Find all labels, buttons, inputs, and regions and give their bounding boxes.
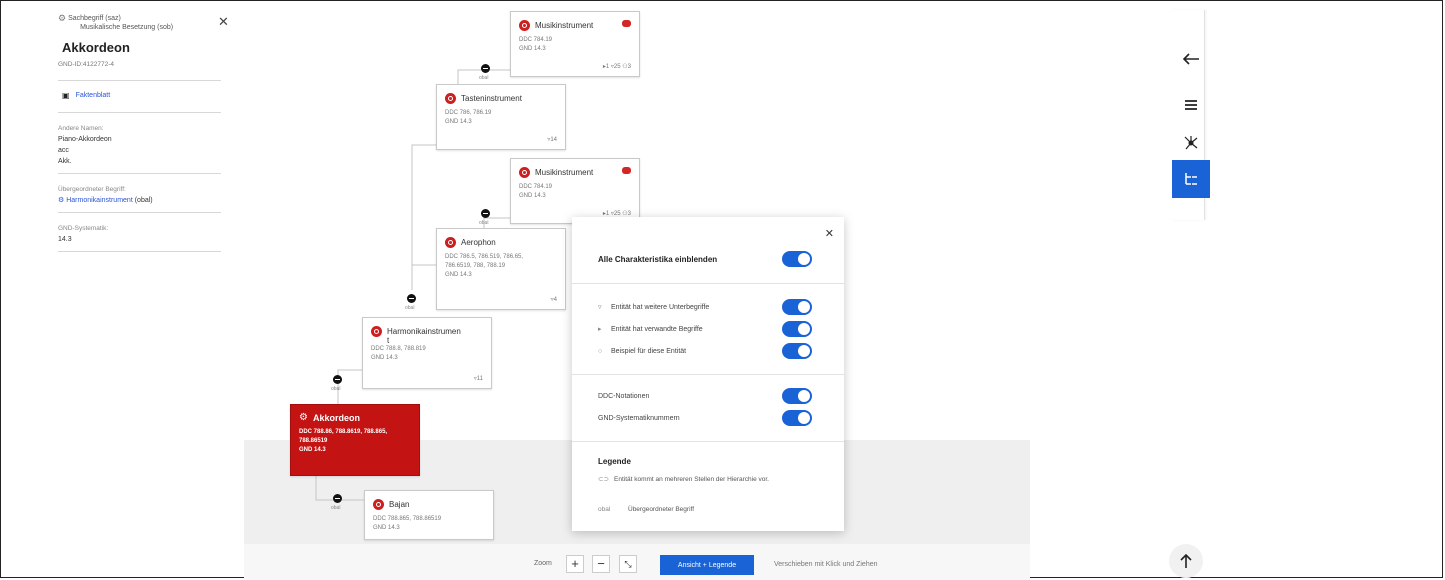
fit-view-button[interactable]: ⤡ — [619, 555, 637, 573]
toggle-show-all[interactable] — [782, 251, 812, 267]
toggle-gnd[interactable] — [782, 410, 812, 426]
junction-label: obal — [331, 386, 341, 392]
junction-dot[interactable] — [407, 294, 416, 303]
toggle-subterms[interactable] — [782, 299, 812, 315]
option-ddc: DDC-Notationen — [598, 388, 812, 404]
node-aerophon[interactable]: Aerophon DDC 786.5, 786.519, 786.65, 786… — [436, 228, 566, 310]
option-related: ▸ Entität hat verwandte Begriffe — [598, 321, 812, 337]
junction-dot[interactable] — [481, 209, 490, 218]
arrow-up-icon — [1180, 553, 1192, 568]
node-ddc: DDC 784.19 — [519, 37, 553, 43]
divider — [572, 283, 844, 284]
concept-icon — [445, 93, 456, 104]
node-gnd: GND 14.3 — [373, 525, 400, 531]
concept-icon — [519, 167, 530, 178]
junction-label: obal — [331, 505, 341, 511]
node-ddc: 786.6519, 788, 788.19 — [445, 263, 506, 269]
node-ddc: 788.86519 — [299, 438, 328, 444]
node-tasteninstrument[interactable]: Tasteninstrument DDC 786, 786.19 GND 14.… — [436, 84, 566, 150]
pan-hint: Verschieben mit Klick und Ziehen — [774, 561, 878, 568]
node-akkordeon-selected[interactable]: ⚙ Akkordeon DDC 788.86, 788.8619, 788.865… — [290, 404, 420, 476]
junction-dot[interactable] — [333, 494, 342, 503]
toggle-related[interactable] — [782, 321, 812, 337]
node-gnd: GND 14.3 — [445, 272, 472, 278]
list-view-button[interactable] — [1172, 86, 1210, 124]
back-button[interactable] — [1172, 40, 1210, 78]
toggle-example[interactable] — [782, 343, 812, 359]
node-ddc: DDC 786, 786.19 — [445, 110, 492, 116]
multi-location-icon — [622, 167, 631, 174]
node-ddc: DDC 788.86, 788.8619, 788.865, — [299, 429, 388, 435]
legend-obal: obal Übergeordneter Begriff — [598, 506, 695, 513]
node-gnd: GND 14.3 — [299, 447, 326, 453]
node-gnd: GND 14.3 — [371, 355, 398, 361]
concept-icon — [519, 20, 530, 31]
multi-location-icon: ⊂⊃ — [598, 476, 609, 483]
gear-icon: ⚙ — [299, 412, 308, 423]
tree-view-button[interactable] — [1172, 160, 1210, 198]
legend-multi: ⊂⊃ Entität kommt an mehreren Stellen der… — [598, 476, 769, 483]
node-title-cont: t — [387, 336, 390, 345]
node-gnd: GND 14.3 — [519, 46, 546, 52]
view-legend-button[interactable]: Ansicht + Legende — [660, 555, 754, 575]
concept-icon — [371, 326, 382, 337]
junction-dot[interactable] — [481, 64, 490, 73]
node-counts: ▿4 — [550, 297, 557, 303]
zoom-out-button[interactable]: − — [592, 555, 610, 573]
node-ddc: DDC 784.19 — [519, 184, 553, 190]
node-counts: ▸1 ▿25 ⚇3 — [602, 64, 631, 70]
node-harmonikainstrument[interactable]: Harmonikainstrumen t DDC 788.8, 788.819 … — [362, 317, 492, 389]
close-icon[interactable]: ✕ — [825, 227, 834, 240]
node-counts: ▿14 — [547, 137, 557, 143]
node-ddc: DDC 788.865, 788.86519 — [373, 516, 442, 522]
divider — [572, 374, 844, 375]
zoom-label: Zoom — [534, 560, 552, 567]
node-gnd: GND 14.3 — [445, 119, 472, 125]
junction-label: obal — [479, 75, 489, 81]
network-view-button[interactable] — [1172, 124, 1210, 162]
network-icon — [1184, 136, 1198, 150]
node-ddc: DDC 786.5, 786.519, 786.65, — [445, 254, 524, 260]
option-example: ○ Beispiel für diese Entität — [598, 343, 812, 359]
zoom-in-button[interactable]: + — [566, 555, 584, 573]
view-legend-popup: ✕ Alle Charakteristika einblenden ▿ Entit… — [572, 217, 844, 531]
scroll-top-button[interactable] — [1169, 544, 1203, 578]
divider — [572, 441, 844, 442]
list-icon — [1185, 100, 1197, 110]
junction-dot[interactable] — [333, 375, 342, 384]
node-gnd: GND 14.3 — [519, 193, 546, 199]
junction-label: obal — [405, 305, 415, 311]
related-icon: ▸ — [598, 326, 602, 333]
option-subterms: ▿ Entität hat weitere Unterbegriffe — [598, 299, 812, 315]
node-counts: ▿11 — [473, 376, 483, 382]
subterms-icon: ▿ — [598, 304, 602, 311]
tree-icon — [1185, 173, 1197, 185]
node-ddc: DDC 788.8, 788.819 — [371, 346, 426, 352]
junction-label: obal — [479, 220, 489, 226]
arrow-left-icon — [1182, 53, 1199, 65]
toggle-ddc[interactable] — [782, 388, 812, 404]
multi-location-icon — [622, 20, 631, 27]
option-gnd: GND-Systematiknummern — [598, 410, 812, 426]
node-musikinstrument[interactable]: Musikinstrument DDC 784.19 GND 14.3 ▸1 ▿… — [510, 158, 640, 224]
node-bajan[interactable]: Bajan DDC 788.865, 788.86519 GND 14.3 — [364, 490, 494, 540]
node-musikinstrument[interactable]: Musikinstrument DDC 784.19 GND 14.3 ▸1 ▿… — [510, 11, 640, 77]
concept-icon — [373, 499, 384, 510]
legend-title: Legende — [598, 457, 631, 466]
example-icon: ○ — [598, 347, 603, 355]
option-show-all: Alle Charakteristika einblenden — [598, 251, 812, 267]
concept-icon — [445, 237, 456, 248]
